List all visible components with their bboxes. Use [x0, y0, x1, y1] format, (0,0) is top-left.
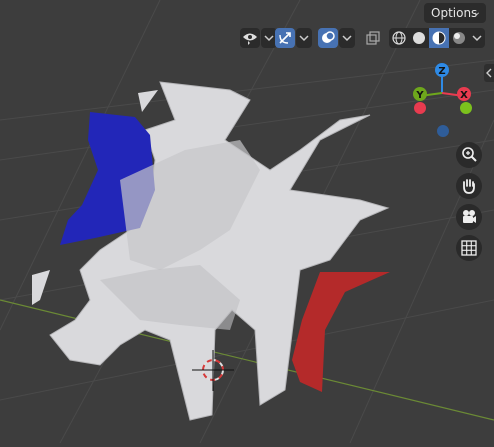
overlay-dropdown[interactable] — [339, 28, 355, 48]
overlay-toggle[interactable] — [318, 28, 338, 48]
camera-view-button[interactable] — [456, 204, 482, 230]
chevron-down-icon — [299, 35, 309, 42]
zoom-button[interactable] — [456, 142, 482, 168]
overlay-icon — [322, 31, 335, 43]
viewport-header: Options ⌄ — [0, 0, 494, 26]
x-axis-label: X — [460, 90, 468, 101]
camera-icon — [463, 210, 476, 223]
visibility-icon — [243, 33, 257, 45]
chevron-down-icon — [472, 35, 482, 42]
navigation-tools — [456, 142, 482, 266]
y-axis-label: Y — [415, 90, 424, 101]
gizmo-group — [275, 28, 312, 48]
pan-button[interactable] — [456, 173, 482, 199]
gizmo-dropdown[interactable] — [296, 28, 312, 48]
solid-shading-icon — [413, 32, 425, 44]
gizmo-toggle[interactable] — [275, 28, 295, 48]
grid-icon — [461, 240, 477, 256]
ortho-toggle-button[interactable] — [456, 235, 482, 261]
overlay-group — [318, 28, 355, 48]
z-axis-label: Z — [438, 66, 445, 77]
visibility-button[interactable] — [240, 28, 260, 48]
chevron-down-icon — [342, 35, 352, 42]
3d-viewport[interactable]: Options ⌄ Z Y X — [0, 0, 494, 444]
options-dropdown[interactable]: Options ⌄ — [424, 3, 486, 23]
wireframe-shading-button[interactable] — [389, 28, 409, 48]
rendered-shading-icon — [453, 32, 465, 44]
material-shading-button[interactable] — [429, 28, 449, 48]
rendered-shading-button[interactable] — [449, 28, 469, 48]
visibility-group — [240, 28, 277, 48]
chevron-down-icon — [264, 35, 274, 42]
shading-group — [389, 28, 485, 48]
xray-icon — [366, 31, 380, 45]
zoom-icon — [462, 147, 477, 162]
solid-shading-button[interactable] — [409, 28, 429, 48]
material-shading-icon — [432, 31, 446, 45]
chevron-down-icon: ⌄ — [472, 7, 481, 18]
gizmo-icon — [279, 32, 291, 44]
xray-toggle[interactable] — [363, 28, 383, 48]
shading-dropdown[interactable] — [469, 28, 485, 48]
neg-z-axis-handle[interactable] — [437, 125, 449, 137]
hand-icon — [463, 179, 475, 194]
options-label: Options — [431, 6, 478, 20]
wireframe-shading-icon — [392, 31, 406, 45]
neg-x-axis-handle[interactable] — [414, 102, 426, 114]
mesh-object[interactable] — [32, 81, 390, 421]
neg-y-axis-handle[interactable] — [460, 102, 472, 114]
xray-group — [363, 28, 383, 48]
